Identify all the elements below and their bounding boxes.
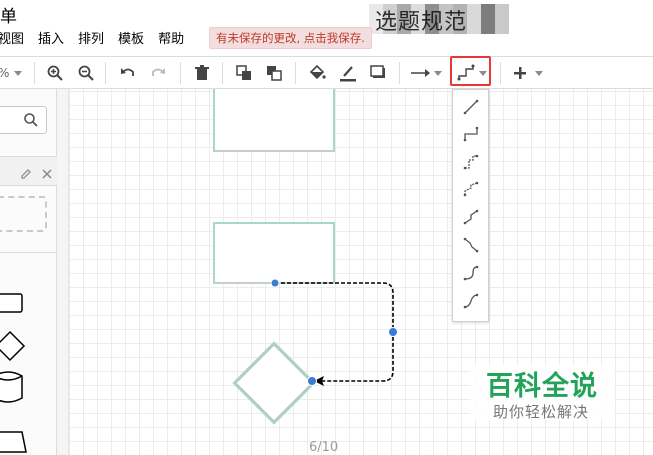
menu-arrange[interactable]: 排列 xyxy=(78,29,104,51)
page-indicator: 6/10 xyxy=(309,440,339,455)
menu-view[interactable]: 视图 xyxy=(0,29,24,51)
waypoints-highlight xyxy=(450,56,491,86)
scratchpad-header xyxy=(0,156,57,186)
canvas-gutter xyxy=(57,89,69,455)
fill-color-icon[interactable] xyxy=(305,61,329,85)
delete-icon[interactable] xyxy=(190,61,214,85)
straight-waypoint-icon[interactable] xyxy=(459,95,483,119)
svg-text:%: % xyxy=(0,66,9,80)
menu-bar: 视图 插入 排列 模板 帮助 xyxy=(0,29,198,51)
to-front-icon[interactable] xyxy=(232,61,256,85)
toolbar-separator xyxy=(222,62,223,84)
toolbar-separator xyxy=(399,62,400,84)
shapes-sidebar xyxy=(0,89,57,455)
sidebar-divider xyxy=(0,252,57,253)
orthogonal-waypoint-icon[interactable] xyxy=(459,122,483,146)
vertical-waypoint-icon[interactable] xyxy=(459,289,483,313)
scratchpad-drop-area[interactable] xyxy=(0,196,47,232)
horizontal-waypoint-icon[interactable] xyxy=(459,261,483,285)
shape-search-input[interactable] xyxy=(0,106,47,134)
menu-templates[interactable]: 模板 xyxy=(118,29,144,51)
connector-target-handle[interactable] xyxy=(307,376,317,386)
zoom-out-icon[interactable] xyxy=(74,61,98,85)
close-icon[interactable] xyxy=(41,165,53,184)
toolbar: % xyxy=(0,56,653,89)
connector-waypoint-handle[interactable] xyxy=(388,327,398,337)
zoom-percent-icon[interactable]: % xyxy=(0,61,12,85)
shadow-icon[interactable] xyxy=(366,61,390,85)
edit-icon[interactable] xyxy=(20,165,32,184)
watermark-logo: 百科全说 xyxy=(486,371,598,402)
shape-rectangle-middle[interactable] xyxy=(213,222,335,284)
shape-palette xyxy=(0,293,27,453)
cylinder-shape[interactable] xyxy=(0,371,23,403)
document-title[interactable]: 选题规范 xyxy=(375,4,467,36)
menu-insert[interactable]: 插入 xyxy=(38,29,64,51)
diamond-shape[interactable] xyxy=(0,330,26,362)
chevron-down-icon[interactable] xyxy=(14,71,22,76)
line-color-icon[interactable] xyxy=(336,61,360,85)
toolbar-separator xyxy=(295,62,296,84)
shape-diamond[interactable] xyxy=(232,341,316,425)
toolbar-separator xyxy=(500,62,501,84)
undo-icon[interactable] xyxy=(116,61,140,85)
entity-relation-waypoint-icon[interactable] xyxy=(459,233,483,257)
search-icon[interactable] xyxy=(23,112,39,132)
connection-icon[interactable] xyxy=(408,61,432,85)
app-title: 单 xyxy=(0,7,17,27)
to-back-icon[interactable] xyxy=(262,61,286,85)
curved-waypoint-icon[interactable] xyxy=(459,205,483,229)
unsaved-changes-notice[interactable]: 有未保存的更改, 点击我保存. xyxy=(209,27,372,49)
zoom-in-icon[interactable] xyxy=(43,61,67,85)
trapezoid-shape[interactable] xyxy=(0,431,27,453)
toolbar-separator xyxy=(105,62,106,84)
chevron-down-icon[interactable] xyxy=(535,71,543,76)
watermark-tagline: 助你轻松解决 xyxy=(493,403,590,421)
waypoint-style-menu xyxy=(452,89,489,322)
chevron-down-icon[interactable] xyxy=(434,71,442,76)
simple-waypoint-icon[interactable] xyxy=(459,150,483,174)
menu-help[interactable]: 帮助 xyxy=(158,29,184,51)
shape-rectangle-top[interactable] xyxy=(213,89,335,152)
connector-source-handle[interactable] xyxy=(270,278,280,288)
redo-icon[interactable] xyxy=(146,61,170,85)
toolbar-separator xyxy=(34,62,35,84)
toolbar-separator xyxy=(180,62,181,84)
rounded-rectangle-shape[interactable] xyxy=(0,293,23,313)
isometric-waypoint-icon[interactable] xyxy=(459,177,483,201)
insert-icon[interactable] xyxy=(508,61,532,85)
